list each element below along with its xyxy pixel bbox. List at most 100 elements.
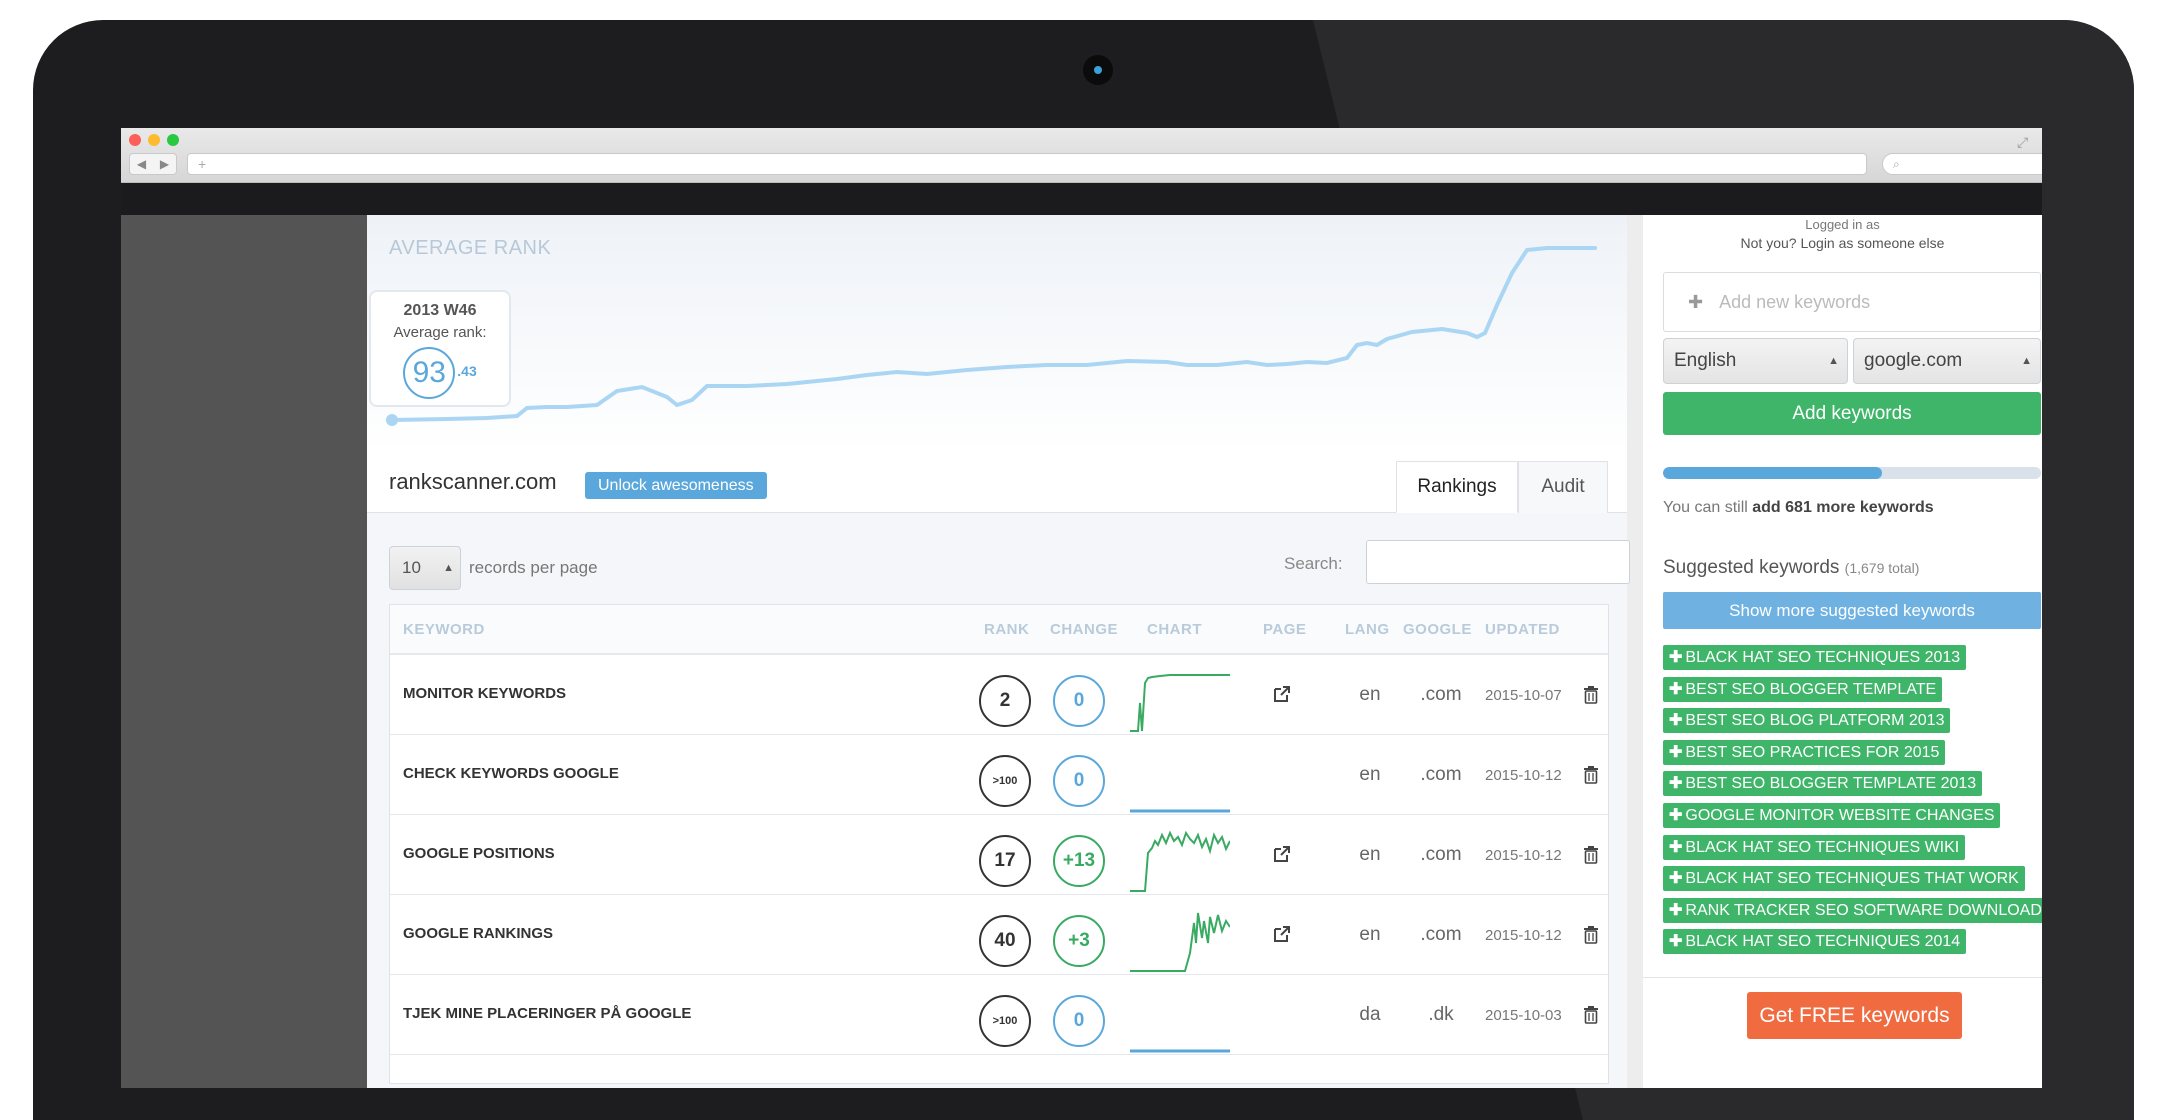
table-row[interactable]: CHECK KEYWORDS GOOGLE >100 0 en .com 201… (390, 735, 1608, 815)
rankings-table: KEYWORD RANK CHANGE CHART PAGE LANG GOOG… (389, 604, 1609, 1084)
fullscreen-icon[interactable]: ⤢ (2017, 134, 2028, 151)
remaining-prefix: You can still (1663, 499, 1748, 516)
keyword-text[interactable]: TJEK MINE PLACERINGER PÅ GOOGLE (403, 1005, 691, 1022)
external-link-icon[interactable] (1271, 923, 1293, 945)
close-window-button[interactable] (129, 134, 141, 146)
plus-icon: ✚ (1669, 712, 1683, 730)
rank-badge: >100 (979, 995, 1031, 1047)
tab-rankings[interactable]: Rankings (1396, 461, 1518, 513)
divider (1643, 977, 2042, 978)
plus-icon: ✚ (1669, 649, 1683, 666)
suggested-keyword-tag[interactable]: ✚ BLACK HAT SEO TECHNIQUES 2013 (1663, 645, 1967, 670)
change-badge: +3 (1053, 915, 1105, 967)
app-top-bar (121, 183, 2042, 215)
column-updated[interactable]: UPDATED (1485, 621, 1560, 638)
trash-icon[interactable] (1583, 766, 1599, 784)
suggested-keyword-tag[interactable]: ✚ BEST SEO BLOGGER TEMPLATE (1663, 676, 1943, 702)
get-free-keywords-button[interactable]: Get FREE keywords (1747, 992, 1962, 1039)
add-keywords-button[interactable]: Add keywords (1663, 392, 2041, 435)
logged-in-text: Logged in as (1805, 217, 1880, 232)
forward-arrow-icon[interactable]: ▶ (160, 157, 169, 171)
google-domain: .com (1420, 924, 1462, 945)
add-tab-icon[interactable]: + (198, 156, 206, 172)
suggested-keyword-tag[interactable]: ✚ RANK TRACKER SEO SOFTWARE DOWNLOAD (1663, 897, 2042, 923)
suggested-title-text: Suggested keywords (1663, 557, 1840, 578)
zoom-window-button[interactable] (167, 134, 179, 146)
suggested-keyword-text: BLACK HAT SEO TECHNIQUES 2013 (1685, 649, 1961, 666)
suggested-total-count: (1,679 total) (1844, 560, 1920, 576)
records-per-page-select[interactable]: 10 ▲ (389, 546, 461, 590)
column-rank[interactable]: RANK (984, 621, 1029, 638)
tooltip-value: 93 .43 (371, 347, 509, 399)
table-row[interactable]: GOOGLE POSITIONS 17 +13 en .com 2015-10-… (390, 815, 1608, 895)
table-row[interactable]: MONITOR KEYWORDS 2 0 en .com 2015-10-07 (390, 655, 1608, 735)
keyword-text[interactable]: MONITOR KEYWORDS (403, 685, 566, 702)
suggested-keyword-text: BEST SEO PRACTICES FOR 2015 (1685, 743, 1940, 761)
suggested-keyword-text: RANK TRACKER SEO SOFTWARE DOWNLOAD (1685, 901, 2042, 919)
trash-icon[interactable] (1583, 1006, 1599, 1024)
lang-value: en (1359, 924, 1381, 945)
tooltip-week: 2013 W46 (403, 302, 477, 319)
suggested-keyword-row: ✚ RANK TRACKER SEO SOFTWARE DOWNLOAD (1663, 897, 2042, 930)
suggested-keyword-text: BLACK HAT SEO TECHNIQUES WIKI (1685, 838, 1960, 856)
suggested-keyword-text: BEST SEO BLOGGER TEMPLATE (1685, 680, 1937, 698)
browser-window: ⤢ ◀ ▶ + ⌕ AVERAGE RANK 2013 W46 Average … (121, 128, 2042, 1088)
suggested-keyword-tag[interactable]: ✚ BLACK HAT SEO TECHNIQUES WIKI (1663, 834, 1966, 860)
show-more-suggested-button[interactable]: Show more suggested keywords (1663, 592, 2041, 629)
suggested-keyword-tag[interactable]: ✚ BEST SEO BLOG PLATFORM 2013 (1663, 708, 1951, 734)
language-select[interactable]: English ▲ (1663, 338, 1848, 384)
keyword-text[interactable]: GOOGLE POSITIONS (403, 845, 555, 862)
select-arrows-icon: ▲ (2021, 355, 2032, 367)
suggested-keyword-row: ✚ GOOGLE MONITOR WEBSITE CHANGES (1663, 802, 2041, 835)
trash-icon[interactable] (1583, 846, 1599, 864)
updated-date: 2015-10-12 (1485, 927, 1562, 944)
unlock-button[interactable]: Unlock awesomeness (585, 472, 767, 499)
trash-icon[interactable] (1583, 926, 1599, 944)
browser-search-bar[interactable]: ⌕ (1882, 153, 2042, 175)
tooltip-value-circle: 93 (403, 347, 456, 399)
column-chart[interactable]: CHART (1147, 621, 1202, 638)
add-keywords-input[interactable]: ✚ Add new keywords (1663, 272, 2041, 332)
updated-date: 2015-10-03 (1485, 1007, 1562, 1024)
lang-value: en (1359, 844, 1381, 865)
change-badge: 0 (1053, 675, 1105, 727)
suggested-keyword-row: ✚ BEST SEO PRACTICES FOR 2015 (1663, 739, 2041, 772)
suggested-keyword-row: ✚ BLACK HAT SEO TECHNIQUES WIKI (1663, 834, 2041, 867)
column-change[interactable]: CHANGE (1050, 621, 1118, 638)
trash-icon[interactable] (1583, 686, 1599, 704)
site-name: rankscanner.com (389, 469, 557, 494)
suggested-keyword-tag[interactable]: ✚ BLACK HAT SEO TECHNIQUES THAT WORK (1663, 866, 2025, 892)
external-link-icon[interactable] (1271, 683, 1293, 705)
keyword-quota-progress (1663, 467, 2041, 479)
suggested-keyword-row: ✚ BLACK HAT SEO TECHNIQUES 2014 (1663, 929, 2041, 961)
back-arrow-icon[interactable]: ◀ (137, 157, 146, 171)
keyword-text[interactable]: CHECK KEYWORDS GOOGLE (403, 765, 619, 782)
records-per-page-value: 10 (402, 558, 421, 577)
column-page[interactable]: PAGE (1263, 621, 1306, 638)
rank-badge: 17 (979, 835, 1031, 887)
change-badge: 0 (1053, 755, 1105, 807)
search-engine-value: google.com (1864, 350, 1963, 371)
switch-user-link[interactable]: Not you? Login as someone else (1643, 235, 2042, 251)
suggested-keyword-tag[interactable]: ✚ BEST SEO PRACTICES FOR 2015 (1663, 739, 1946, 765)
suggested-keyword-tag[interactable]: ✚ BLACK HAT SEO TECHNIQUES 2014 (1663, 929, 1967, 955)
suggested-keyword-tag[interactable]: ✚ BEST SEO BLOGGER TEMPLATE 2013 (1663, 771, 1983, 797)
search-engine-select[interactable]: google.com ▲ (1853, 338, 2041, 384)
nav-arrows[interactable]: ◀ ▶ (129, 153, 177, 175)
google-domain: .com (1420, 764, 1462, 785)
keyword-text[interactable]: GOOGLE RANKINGS (403, 925, 553, 942)
suggested-keyword-tag[interactable]: ✚ GOOGLE MONITOR WEBSITE CHANGES (1663, 802, 2001, 828)
table-row[interactable]: TJEK MINE PLACERINGER PÅ GOOGLE >100 0 d… (390, 975, 1608, 1055)
column-google[interactable]: GOOGLE (1403, 621, 1472, 638)
average-rank-line-chart (386, 246, 1597, 426)
suggested-keyword-text: BLACK HAT SEO TECHNIQUES 2014 (1685, 933, 1961, 951)
column-keyword[interactable]: KEYWORD (403, 621, 485, 638)
tab-audit[interactable]: Audit (1518, 461, 1608, 513)
table-search-input[interactable] (1366, 540, 1630, 584)
external-link-icon[interactable] (1271, 843, 1293, 865)
url-bar[interactable]: + (187, 153, 1867, 175)
table-row[interactable]: GOOGLE RANKINGS 40 +3 en .com 2015-10-12 (390, 895, 1608, 975)
minimize-window-button[interactable] (148, 134, 160, 146)
column-lang[interactable]: LANG (1345, 621, 1390, 638)
select-arrows-icon: ▲ (1828, 355, 1839, 367)
